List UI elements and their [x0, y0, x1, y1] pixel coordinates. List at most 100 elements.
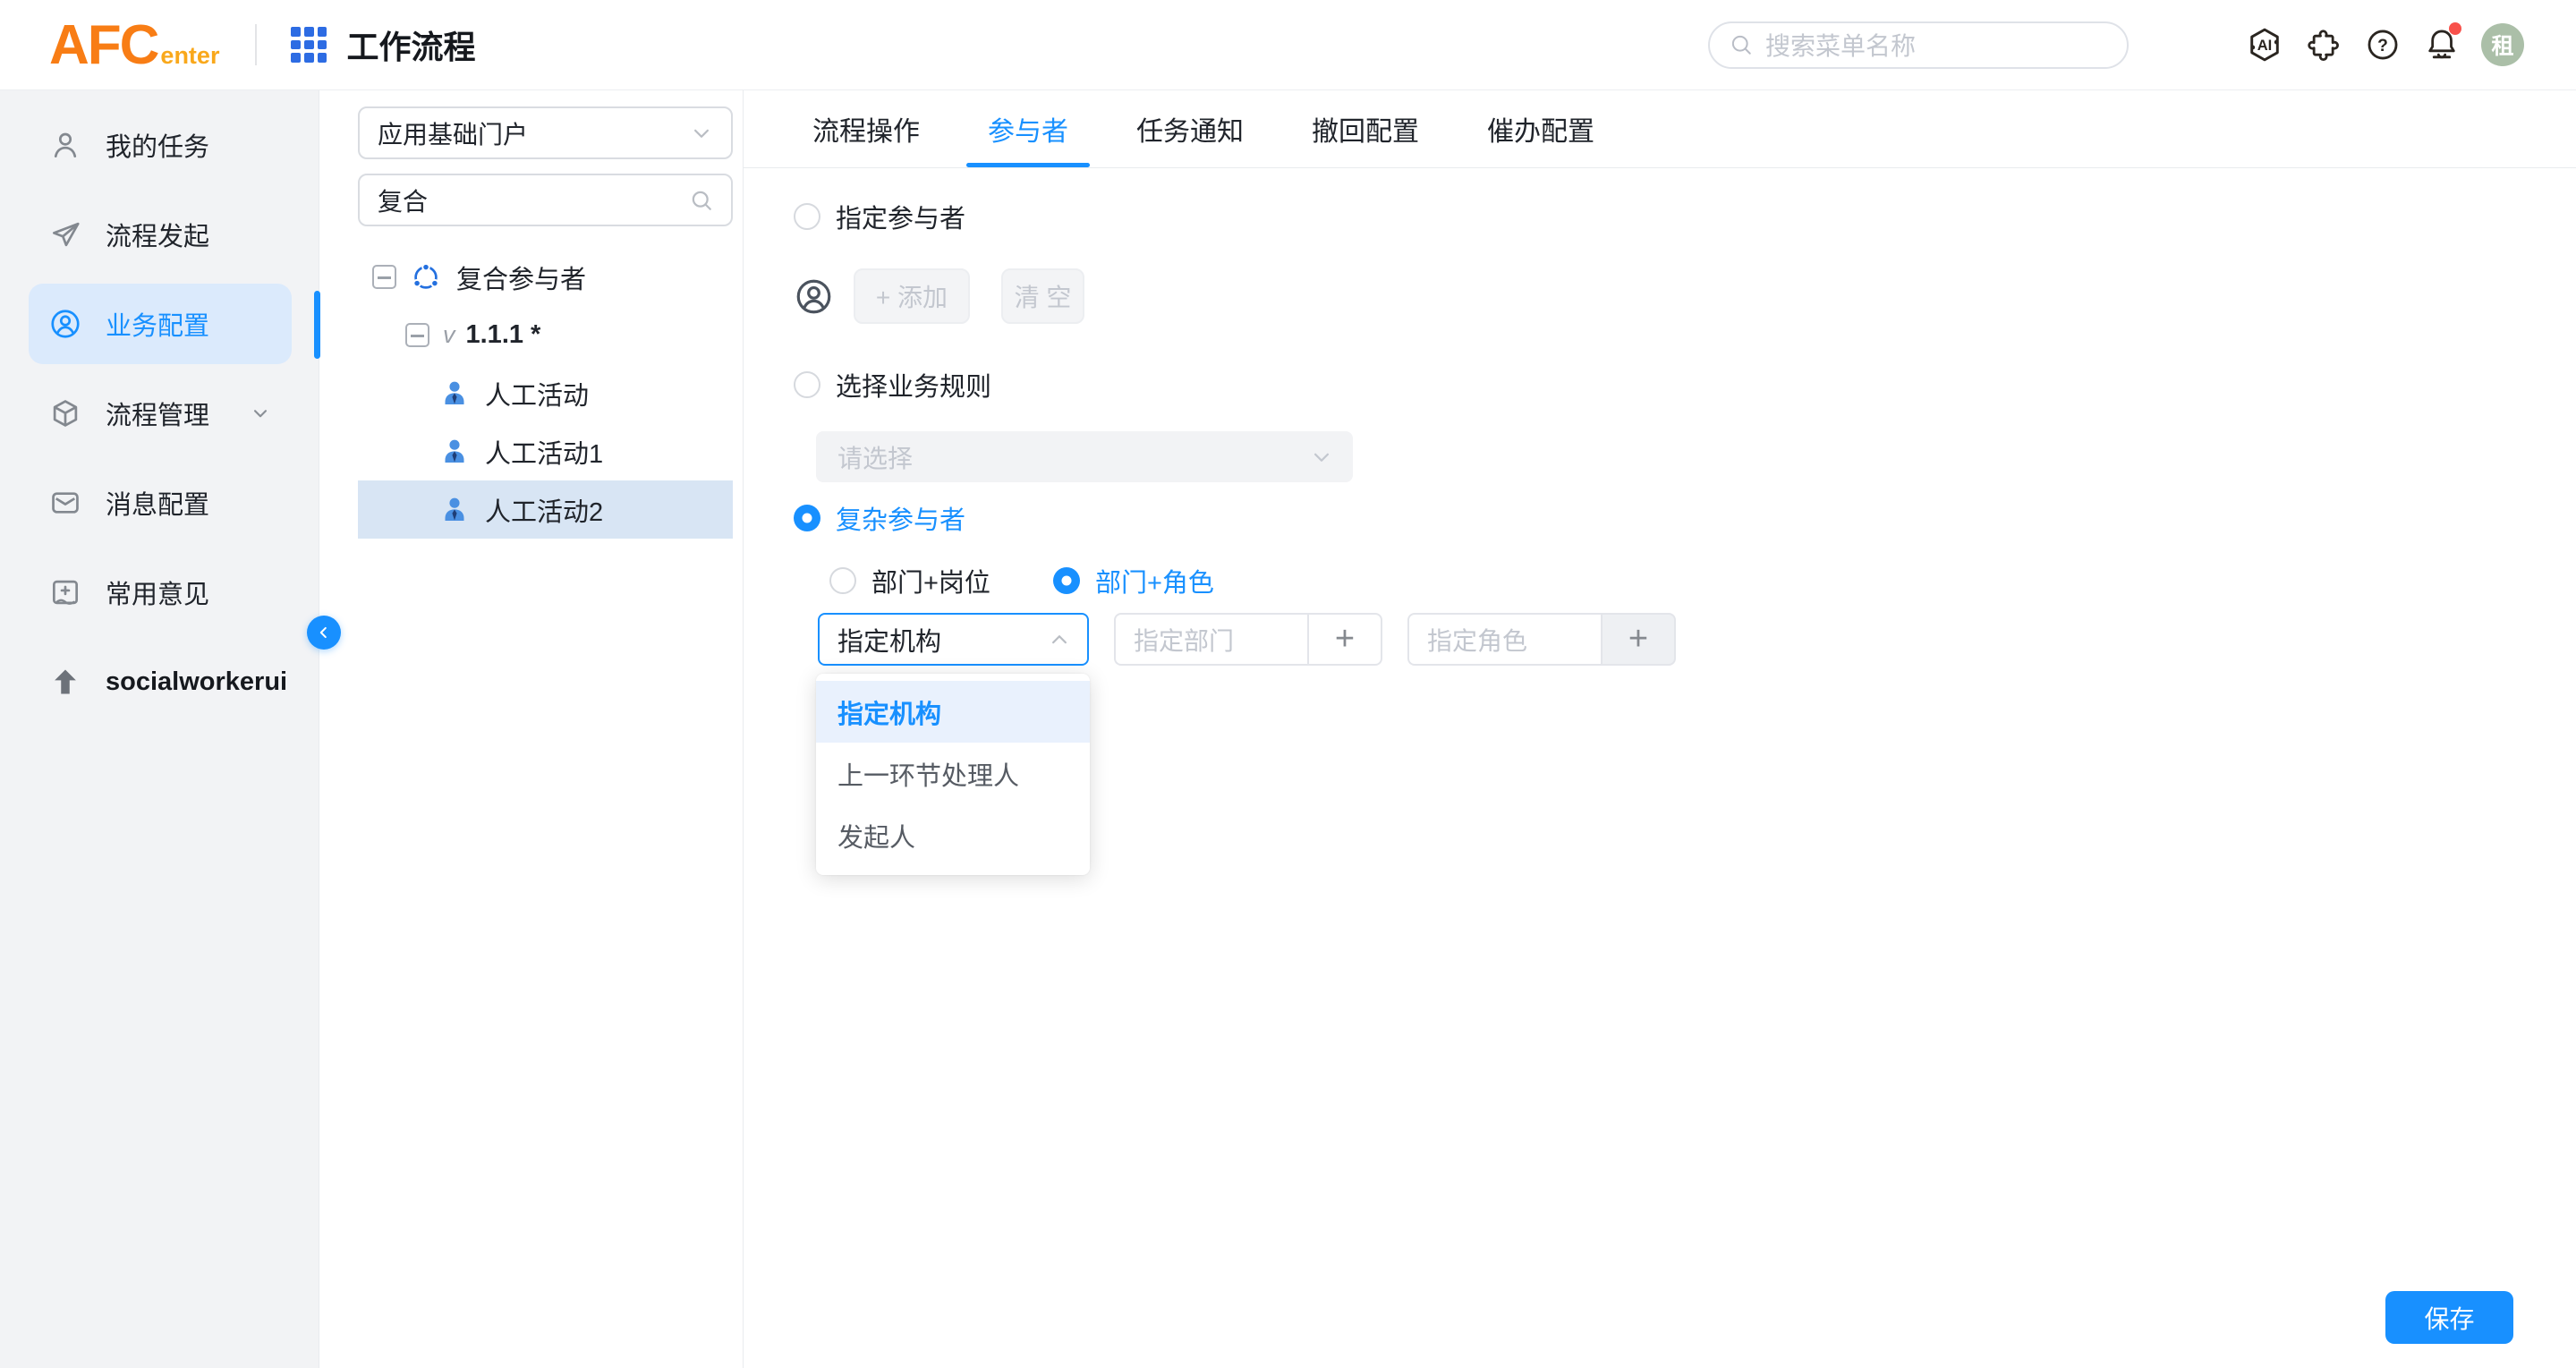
rule-select-placeholder: 请选择	[837, 439, 913, 475]
radio-specified-participant[interactable]: 指定参与者	[794, 200, 2576, 233]
person-icon	[438, 378, 471, 410]
sidebar-item-label: 业务配置	[106, 305, 209, 343]
dropdown-option-specified-org[interactable]: 指定机构	[816, 681, 1090, 743]
body-row: 我的任务 流程发起 业务配置 流程管理	[0, 90, 2576, 1368]
save-button[interactable]: 保存	[2385, 1291, 2513, 1344]
radio-complex-participant[interactable]: 复杂参与者	[794, 502, 2576, 534]
sidebar: 我的任务 流程发起 业务配置 流程管理	[0, 90, 319, 1368]
tree-panel: 应用基础门户 复合 复合参与者	[319, 90, 744, 1368]
dropdown-option-previous-handler[interactable]: 上一环节处理人	[816, 743, 1090, 804]
tree-node-manual-activity-2[interactable]: 人工活动2	[358, 480, 733, 539]
user-avatar[interactable]: 租	[2481, 23, 2524, 66]
radio-label: 指定参与者	[836, 198, 965, 235]
plugin-puzzle-icon[interactable]	[2304, 25, 2343, 64]
add-participant-button[interactable]: + 添加	[854, 268, 970, 324]
specified-participant-controls: + 添加 清 空	[794, 268, 2576, 324]
tree-node-manual-activity-1[interactable]: 人工活动1	[358, 422, 733, 480]
clear-participants-button[interactable]: 清 空	[1001, 268, 1084, 324]
sidebar-item-label: 流程管理	[106, 395, 209, 432]
notification-bell-icon[interactable]	[2422, 25, 2461, 64]
main-content: 流程操作 参与者 任务通知 撤回配置 催办配置 指定参与者 + 添加 清 空	[744, 90, 2576, 1368]
tab-withdraw-config[interactable]: 撤回配置	[1290, 90, 1441, 167]
share-network-icon	[410, 261, 442, 293]
sidebar-item-label: socialworkerui	[106, 667, 287, 697]
radio-circle	[794, 203, 820, 230]
dept-input-group: 指定部门 +	[1114, 613, 1382, 666]
participant-form: 指定参与者 + 添加 清 空 选择业务规则 请选择	[744, 200, 2576, 666]
user-icon	[48, 128, 82, 162]
add-dept-button[interactable]: +	[1307, 613, 1382, 666]
dropdown-option-initiator[interactable]: 发起人	[816, 804, 1090, 866]
app-select[interactable]: 应用基础门户	[358, 106, 733, 159]
logo-divider	[255, 24, 257, 65]
chevron-left-icon	[314, 623, 334, 642]
tree-collapse-checkbox[interactable]	[372, 265, 396, 289]
participant-tree: 复合参与者 v 1.1.1 * 人工活动	[358, 248, 733, 539]
chevron-down-icon	[249, 402, 272, 425]
page-title: 工作流程	[346, 21, 475, 68]
tree-node-version[interactable]: v 1.1.1 *	[358, 306, 733, 364]
role-input-group: 指定角色 +	[1407, 613, 1676, 666]
notification-badge	[2449, 22, 2461, 35]
tab-task-notification[interactable]: 任务通知	[1115, 90, 1265, 167]
radio-label: 选择业务规则	[836, 366, 991, 404]
complex-participant-mode: 部门+岗位 部门+角色	[829, 565, 2576, 597]
org-type-value: 指定机构	[837, 621, 941, 659]
chevron-up-icon	[1046, 626, 1073, 653]
search-placeholder: 搜索菜单名称	[1765, 27, 1916, 63]
tree-node-label: 人工活动	[485, 375, 589, 412]
tree-node-manual-activity[interactable]: 人工活动	[358, 364, 733, 422]
ai-assistant-icon[interactable]: AI	[2245, 25, 2284, 64]
add-role-button[interactable]: +	[1601, 613, 1676, 666]
tree-node-label: 人工活动2	[485, 491, 603, 529]
app-logo[interactable]: AFC enter	[49, 13, 219, 77]
sidebar-item-business-config[interactable]: 业务配置	[29, 284, 292, 364]
sidebar-item-process-start[interactable]: 流程发起	[29, 194, 292, 275]
tree-collapse-checkbox[interactable]	[405, 323, 429, 347]
tree-node-label: 1.1.1 *	[466, 320, 541, 350]
radio-label: 部门+角色	[1095, 562, 1214, 599]
radio-label: 复杂参与者	[836, 499, 965, 537]
sidebar-item-label: 消息配置	[106, 484, 209, 522]
tree-search-input[interactable]: 复合	[358, 174, 733, 226]
menu-search-input[interactable]: 搜索菜单名称	[1708, 21, 2129, 69]
sidebar-item-my-tasks[interactable]: 我的任务	[29, 105, 292, 185]
complex-participant-controls: 指定机构 指定部门 + 指定角色 +	[818, 613, 2576, 666]
help-icon[interactable]: ?	[2363, 25, 2402, 64]
radio-circle	[794, 371, 820, 398]
app-select-value: 应用基础门户	[378, 115, 528, 151]
tab-bar: 流程操作 参与者 任务通知 撤回配置 催办配置	[744, 90, 2576, 168]
search-icon[interactable]	[688, 187, 715, 214]
chevron-down-icon	[1308, 444, 1335, 471]
radio-dept-position[interactable]: 部门+岗位	[829, 565, 990, 597]
header-actions: AI ? 租	[2245, 23, 2524, 66]
sidebar-item-socialworkerui[interactable]: socialworkerui	[29, 642, 292, 722]
radio-dept-role[interactable]: 部门+角色	[1053, 565, 1214, 597]
sidebar-item-common-opinions[interactable]: 常用意见	[29, 552, 292, 633]
tab-participants[interactable]: 参与者	[966, 90, 1090, 167]
dept-input[interactable]: 指定部门	[1114, 613, 1307, 666]
tab-process-operation[interactable]: 流程操作	[791, 90, 941, 167]
apps-grid-icon[interactable]	[291, 27, 327, 63]
tab-urge-config[interactable]: 催办配置	[1466, 90, 1616, 167]
contact-person-icon	[794, 276, 834, 317]
sidebar-item-label: 常用意见	[106, 574, 209, 611]
svg-text:AI: AI	[2257, 38, 2273, 54]
tree-node-composite-participant[interactable]: 复合参与者	[358, 248, 733, 306]
person-icon	[438, 436, 471, 468]
tree-node-label: 人工活动1	[485, 433, 603, 471]
cube-icon	[48, 396, 82, 430]
sidebar-item-label: 我的任务	[106, 126, 209, 164]
chevron-down-icon	[688, 120, 715, 147]
tree-node-label: 复合参与者	[456, 259, 586, 296]
role-input[interactable]: 指定角色	[1407, 613, 1601, 666]
business-rule-select[interactable]: 请选择	[816, 431, 1353, 482]
sidebar-item-process-management[interactable]: 流程管理	[29, 373, 292, 454]
org-type-select[interactable]: 指定机构	[818, 613, 1089, 666]
person-icon	[438, 494, 471, 526]
tree-search-value: 复合	[378, 183, 428, 218]
sidebar-collapse-button[interactable]	[307, 616, 341, 650]
radio-circle	[829, 567, 856, 594]
sidebar-item-message-config[interactable]: 消息配置	[29, 463, 292, 543]
radio-business-rule[interactable]: 选择业务规则	[794, 369, 2576, 401]
